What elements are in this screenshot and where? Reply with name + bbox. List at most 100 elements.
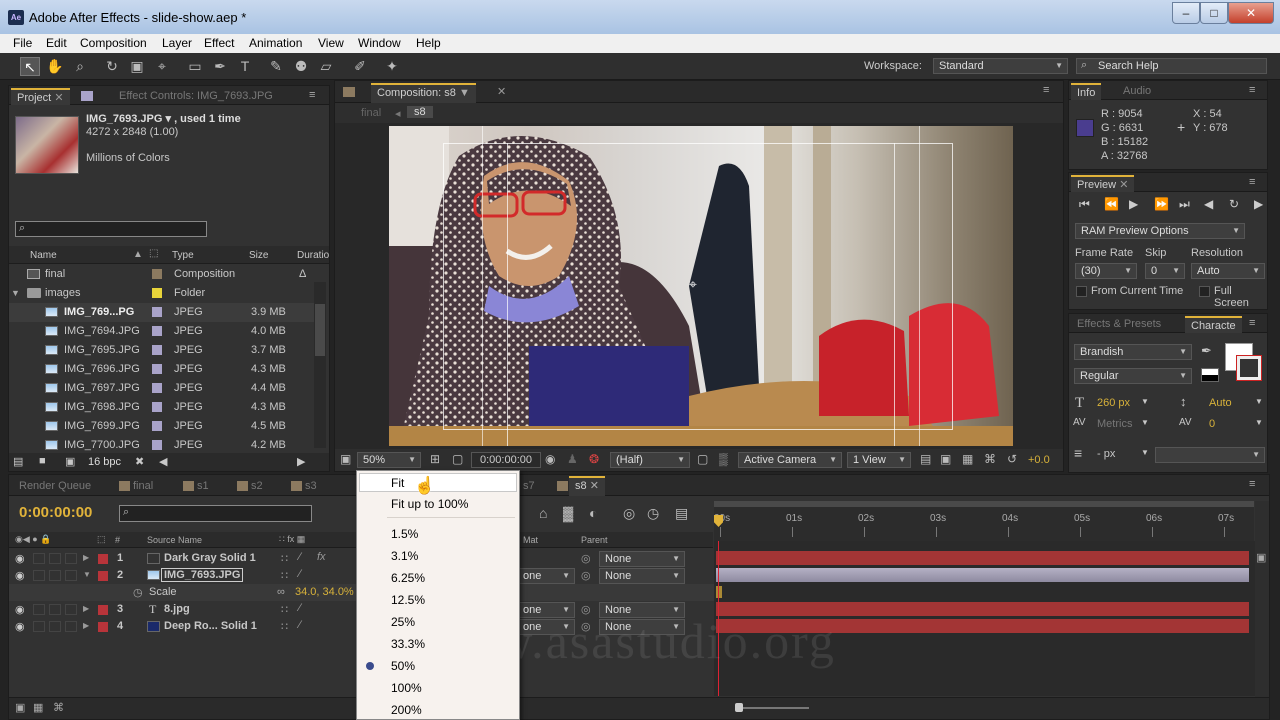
parent-dropdown[interactable]: None <box>599 568 685 584</box>
type-tool-icon[interactable]: T <box>235 57 255 76</box>
tab-audio[interactable]: Audio <box>1117 83 1157 100</box>
menu-effect[interactable]: Effect <box>204 36 234 50</box>
first-frame-icon[interactable]: ⏮ <box>1079 197 1090 212</box>
tab-preview[interactable]: Preview ✕ <box>1071 175 1135 192</box>
layer-label-swatch[interactable] <box>98 622 108 632</box>
shy-switch-icon[interactable]: ∷ <box>281 620 288 633</box>
header-name[interactable]: Name <box>30 250 57 261</box>
layer-source-name[interactable]: Dark Gray Solid 1 <box>164 552 256 564</box>
safe-zones-icon[interactable]: ⊞ <box>430 452 440 466</box>
quality-switch-icon[interactable]: ∕ <box>299 551 301 563</box>
close-icon[interactable]: ✕ <box>1228 2 1274 24</box>
timeline-scrollbar[interactable]: ▣ <box>1255 501 1269 697</box>
kerning-value[interactable]: Metrics <box>1097 418 1132 430</box>
view-layout-dropdown[interactable]: 1 View <box>847 452 911 468</box>
header-source-name[interactable]: Source Name <box>147 535 202 545</box>
zoom-tool-icon[interactable]: ⌕ <box>70 57 90 76</box>
trash-icon[interactable]: ✖ <box>135 455 144 468</box>
chevron-right-icon[interactable]: ▶ <box>83 621 89 630</box>
zoom-dropdown[interactable]: 50% <box>357 452 421 468</box>
flowchart-icon[interactable]: ⌘ <box>984 452 996 466</box>
stroke-width-value[interactable]: - px <box>1097 448 1115 460</box>
reset-exposure-icon[interactable]: ↺ <box>1007 452 1017 466</box>
tab-project[interactable]: Project ✕ <box>11 88 70 105</box>
scroll-right-icon[interactable]: ▶ <box>297 455 305 468</box>
panel-menu-icon[interactable]: ≡ <box>1249 84 1255 96</box>
shy-switch-icon[interactable]: ∷ <box>281 603 288 616</box>
zoom-option[interactable]: Fit <box>391 476 404 490</box>
pick-whip-icon[interactable]: ◎ <box>581 552 591 565</box>
roto-brush-tool-icon[interactable]: ✐ <box>350 57 370 76</box>
shy-switch-icon[interactable]: ∷ <box>281 552 288 565</box>
lock-toggle[interactable] <box>65 553 77 564</box>
interpret-footage-icon[interactable]: ▤ <box>13 455 23 468</box>
menu-edit[interactable]: Edit <box>46 36 67 50</box>
label-color-swatch[interactable] <box>152 307 162 317</box>
project-row[interactable]: IMG_7699.JPG JPEG 4.5 MB <box>9 417 317 436</box>
skip-dropdown[interactable]: 0 <box>1145 263 1185 279</box>
audio-toggle[interactable] <box>33 604 45 615</box>
label-color-swatch[interactable] <box>152 402 162 412</box>
selection-tool-icon[interactable]: ↖ <box>20 57 40 76</box>
resolution-dropdown[interactable]: (Half) <box>610 452 690 468</box>
crumb-final[interactable]: final <box>361 107 381 119</box>
zoom-option[interactable]: Fit up to 100% <box>391 497 468 511</box>
tab-s1[interactable]: s1 <box>191 478 215 495</box>
stroke-color-swatch[interactable] <box>1236 355 1262 381</box>
leading-value[interactable]: Auto <box>1209 397 1232 409</box>
chevron-down-icon[interactable]: ▼ <box>1141 418 1149 427</box>
label-color-swatch[interactable] <box>152 326 162 336</box>
audio-toggle[interactable] <box>33 553 45 564</box>
solo-toggle[interactable] <box>49 570 61 581</box>
menu-window[interactable]: Window <box>358 36 401 50</box>
work-area-bar[interactable] <box>714 501 1254 507</box>
crumb-s8[interactable]: s8 <box>407 106 433 118</box>
font-size-value[interactable]: 260 px <box>1097 397 1130 409</box>
comp-button-icon[interactable]: ▣ <box>1256 551 1266 564</box>
zoom-option[interactable]: 200% <box>391 703 422 717</box>
chevron-down-icon[interactable]: ▼ <box>1255 397 1263 406</box>
menu-layer[interactable]: Layer <box>162 36 192 50</box>
tab-s2[interactable]: s2 <box>245 478 269 495</box>
layer-source-name[interactable]: Deep Ro... Solid 1 <box>164 620 257 632</box>
tab-s8[interactable]: s8 ✕ <box>569 476 605 496</box>
label-color-swatch[interactable] <box>152 364 162 374</box>
timeline-search-input[interactable]: ⌕ <box>119 505 312 522</box>
composition-viewer[interactable]: ⌖ <box>389 126 1013 446</box>
header-duration[interactable]: Duratio <box>297 250 329 261</box>
zoom-option[interactable]: 3.1% <box>391 549 418 563</box>
project-search-input[interactable]: ⌕ <box>15 221 207 237</box>
quality-switch-icon[interactable]: ∕ <box>299 602 301 614</box>
layer-label-swatch[interactable] <box>98 554 108 564</box>
frame-blend-icon[interactable]: ▤ <box>675 505 688 522</box>
camera-dropdown[interactable]: Active Camera <box>738 452 842 468</box>
panel-menu-icon[interactable]: ≡ <box>1249 478 1255 490</box>
hand-tool-icon[interactable]: ✋ <box>45 57 65 76</box>
label-color-swatch[interactable] <box>152 288 162 298</box>
tab-s7[interactable]: s7 <box>517 478 541 495</box>
ram-preview-icon[interactable]: ▶ <box>1254 197 1263 211</box>
audio-toggle[interactable] <box>33 570 45 581</box>
clone-stamp-tool-icon[interactable]: ⚉ <box>291 57 311 76</box>
chevron-down-icon[interactable]: ▼ <box>459 87 470 99</box>
chevron-down-icon[interactable]: ▼ <box>1141 448 1149 457</box>
close-tab-icon[interactable]: ✕ <box>590 480 599 492</box>
tab-character[interactable]: Characte <box>1185 316 1242 333</box>
solo-toggle[interactable] <box>49 621 61 632</box>
exposure-value[interactable]: +0.0 <box>1028 454 1050 466</box>
label-color-swatch[interactable] <box>152 345 162 355</box>
scale-value[interactable]: 34.0, 34.0% <box>295 586 354 598</box>
scroll-left-icon[interactable]: ◀ <box>159 455 167 468</box>
zoom-option[interactable]: 6.25% <box>391 571 425 585</box>
eye-icon[interactable]: ◉ <box>15 620 25 633</box>
puppet-tool-icon[interactable]: ✦ <box>382 57 402 76</box>
transparency-grid-icon[interactable]: ▒ <box>719 452 728 466</box>
pan-behind-tool-icon[interactable]: ⌖ <box>152 57 172 76</box>
play-icon[interactable]: ▶ <box>1129 197 1138 211</box>
quality-switch-icon[interactable]: ∕ <box>299 568 301 580</box>
project-row[interactable]: final Composition Δ <box>9 265 317 284</box>
tab-effects-presets[interactable]: Effects & Presets <box>1071 316 1167 333</box>
brush-tool-icon[interactable]: ✎ <box>266 57 286 76</box>
project-row[interactable]: IMG_7698.JPG JPEG 4.3 MB <box>9 398 317 417</box>
menu-composition[interactable]: Composition <box>80 36 147 50</box>
